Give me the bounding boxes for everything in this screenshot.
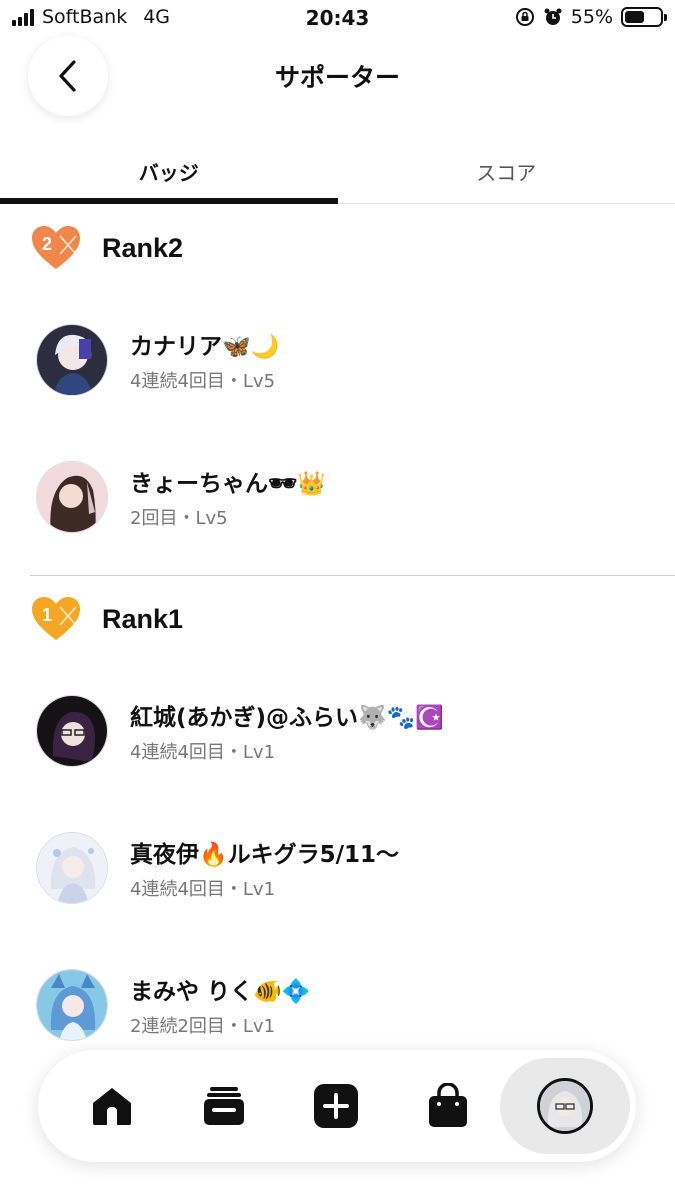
avatar [36, 968, 108, 1041]
inbox-icon [204, 1087, 244, 1125]
home-icon [93, 1088, 131, 1125]
supporter-row[interactable]: きょーちゃん🕶👑 2回目・Lv5 [0, 428, 675, 565]
profile-avatar [537, 1078, 593, 1134]
plus-icon [314, 1084, 358, 1128]
nav-post-button[interactable] [280, 1050, 392, 1162]
bag-icon [429, 1083, 467, 1127]
status-right: 55% [515, 6, 667, 28]
nav-shop-button[interactable] [392, 1050, 504, 1162]
tab-bar: バッジ スコア [0, 140, 675, 204]
orientation-lock-icon [515, 8, 534, 26]
rank-header-1: 1 Rank1 [0, 576, 675, 662]
alarm-icon [544, 8, 562, 25]
battery-icon [621, 7, 667, 27]
battery-percent: 55% [570, 6, 613, 28]
rank-header-2: 2 Rank2 [0, 205, 675, 291]
heart-rank-badge-icon: 2 [32, 226, 80, 269]
supporter-list: 2 Rank2 カナリア🦋🌙 4連続4回目・Lv5 きょーちゃん🕶👑 2回目・L… [0, 205, 675, 1073]
supporter-name: まみや りく🐠💠 [130, 978, 311, 1005]
supporter-name: きょーちゃん🕶👑 [130, 470, 326, 497]
supporter-meta: 4連続4回目・Lv1 [130, 878, 276, 900]
avatar [36, 323, 108, 396]
avatar [36, 460, 108, 533]
avatar [36, 831, 108, 904]
heart-rank-badge-icon: 1 [32, 597, 80, 640]
supporter-name: 真夜伊🔥ルキグラ5/11～ [130, 841, 400, 868]
bottom-nav [38, 1050, 636, 1162]
supporter-meta: 2回目・Lv5 [130, 507, 228, 529]
tab-badge[interactable]: バッジ [0, 140, 338, 204]
nav-home-button[interactable] [56, 1050, 168, 1162]
status-bar: SoftBank 4G 20:43 55% [0, 0, 675, 38]
supporter-meta: 4連続4回目・Lv5 [130, 370, 276, 392]
rank-badge-number: 1 [42, 605, 52, 625]
avatar [36, 694, 108, 767]
page-title: サポーター [274, 63, 400, 92]
supporter-meta: 2連続2回目・Lv1 [130, 1015, 276, 1037]
rank-badge-number: 2 [42, 234, 52, 254]
nav-inbox-button[interactable] [168, 1050, 280, 1162]
supporter-meta: 4連続4回目・Lv1 [130, 741, 276, 763]
rank-title: Rank1 [102, 603, 184, 634]
supporter-row[interactable]: カナリア🦋🌙 4連続4回目・Lv5 [0, 291, 675, 428]
supporter-name: 紅城(あかぎ)@ふらい🐺🐾☪️ [130, 704, 444, 731]
nav-profile-button[interactable] [500, 1058, 630, 1154]
supporter-row[interactable]: 紅城(あかぎ)@ふらい🐺🐾☪️ 4連続4回目・Lv1 [0, 662, 675, 799]
supporter-row[interactable]: 真夜伊🔥ルキグラ5/11～ 4連続4回目・Lv1 [0, 799, 675, 936]
tab-score[interactable]: スコア [338, 140, 675, 203]
supporter-name: カナリア🦋🌙 [130, 333, 280, 360]
rank-title: Rank2 [102, 232, 184, 263]
